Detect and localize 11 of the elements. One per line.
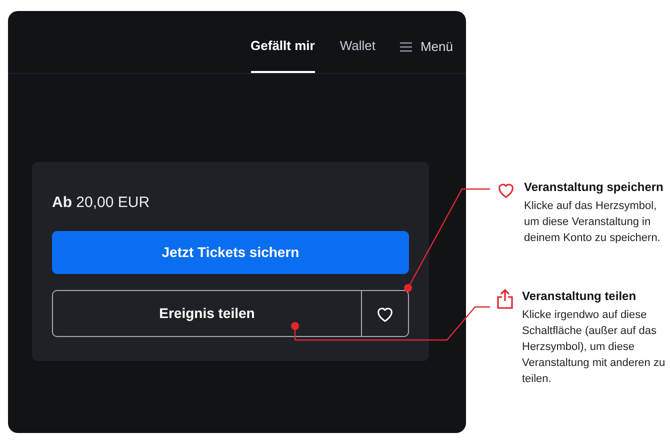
annotation-text: Klicke auf das Herzsymbol, um diese Veranstaltung in deinem Konto zu speichern. [524,199,662,246]
annotation-text: Klicke irgendwo auf diese Schaltfläche (außer auf das Herzsymbol), um diese Veranstaltung mit anderen zu teilen. [522,308,666,387]
annotation-title: Veranstaltung speichern [524,180,664,195]
buy-tickets-button[interactable]: Jetzt Tickets sichern [52,231,409,274]
annotation-title: Veranstaltung teilen [522,289,638,304]
share-icon [496,289,514,309]
menu-icon [400,42,412,52]
menu-button[interactable]: Menü [400,21,453,73]
nav-tab[interactable]: Wallet [340,21,376,73]
nav-tab[interactable]: Gefällt mir [250,21,315,73]
price-text: Ab 20,00 EUR [52,194,151,212]
